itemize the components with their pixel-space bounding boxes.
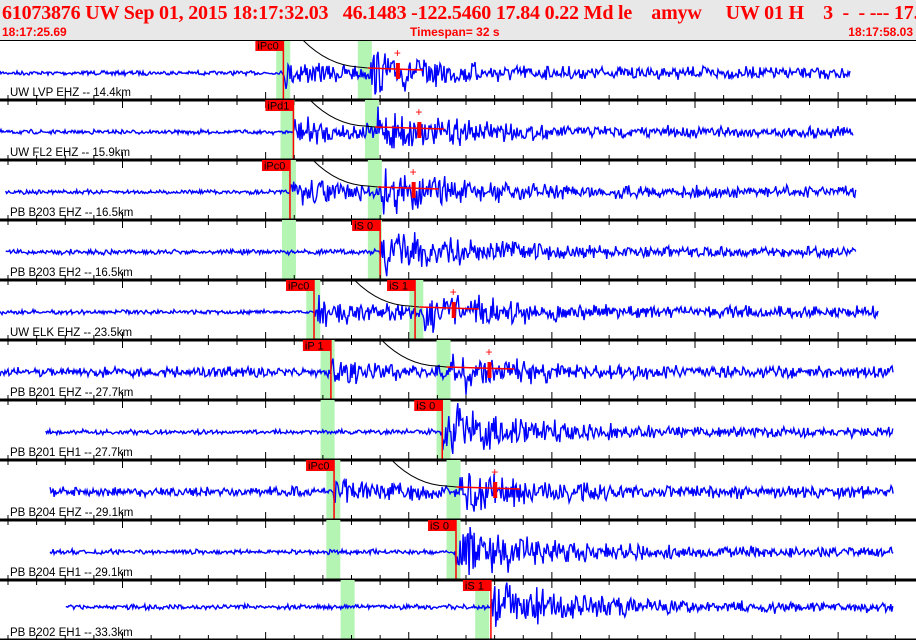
trace-row: + iPc0 PB B203 EHZ -- 16.5km [0, 160, 916, 228]
channel-label: UW ELK EHZ -- 23.5km [10, 327, 132, 339]
trace-row: + iPc0 UW LVP EHZ -- 14.4km [0, 40, 916, 108]
waveform-trace [50, 527, 893, 575]
phase-pick-label: iPc0 [264, 161, 285, 173]
phase-pick-label: iS 1 [389, 281, 408, 293]
channel-label: PB B201 EHZ -- 27.7km [10, 387, 133, 399]
amplitude-marker [493, 482, 497, 498]
channel-label: UW FL2 EHZ -- 15.9km [10, 147, 130, 159]
s-window [358, 40, 372, 100]
amplitude-marker [452, 302, 456, 318]
trace-row: iS 0 PB B204 EH1 -- 29.1km [0, 520, 916, 588]
amplitude-plus-icon: + [394, 46, 401, 60]
phase-pick-label: iS 0 [354, 221, 373, 233]
event-author: amyw [651, 2, 701, 24]
waveform-trace [6, 232, 856, 276]
origin-time: Sep 01, 2015 18:17:32.03 [124, 2, 329, 24]
seismogram-canvas[interactable]: + iPc0 UW LVP EHZ -- 14.4km + iPd1 UW FL2 EHZ… [0, 40, 916, 640]
phase-pick-label: iS 1 [465, 581, 484, 593]
phase-pick-label: iPc0 [308, 461, 329, 473]
phase-pick-label: iS 0 [416, 401, 435, 413]
timespan-label: Timespan= 32 s [410, 25, 500, 39]
trace-row: + iPd1 UW FL2 EHZ -- 15.9km [0, 100, 916, 168]
end-time: 18:17:58.03 [848, 25, 913, 39]
p-window [282, 220, 296, 280]
amplitude-marker [487, 362, 491, 378]
phase-pick-label: iPc0 [257, 41, 278, 53]
waveform-trace [46, 403, 893, 454]
amplitude-marker [412, 182, 416, 198]
phase-pick-label: iPc0 [288, 281, 309, 293]
amplitude-marker [417, 122, 421, 138]
trace-row: iS 0 PB B201 EH1 -- 27.7km [0, 400, 916, 468]
channel-label: PB B203 EHZ -- 16.5km [10, 207, 133, 219]
amplitude-marker [396, 63, 400, 79]
event-id: 61073876 [2, 2, 80, 24]
event-location: 46.1483 -122.5460 [343, 2, 491, 24]
event-summary-header: 61073876 UW Sep 01, 2015 18:17:32.03 46.… [2, 2, 916, 24]
trace-row: iS 0 PB B203 EH2 -- 16.5km [0, 220, 916, 288]
waveform-viewer: 61073876 UW Sep 01, 2015 18:17:32.03 46.… [0, 0, 916, 640]
event-source: UW 01 H [726, 2, 804, 24]
trace-row: iS 1 PB B202 EH1 -- 33.3km [0, 580, 916, 640]
trace-row: + iPc0 iS 1 UW ELK EHZ -- 23.5km [0, 280, 916, 348]
waveform-trace [0, 107, 853, 149]
start-time: 18:17:25.69 [2, 25, 67, 39]
channel-label: PB B204 EH1 -- 29.1km [10, 567, 133, 579]
amplitude-plus-icon: + [485, 345, 492, 359]
phase-pick-label: iPd1 [267, 101, 289, 113]
trace-row: + iP 1 PB B201 EHZ -- 27.7km [0, 340, 916, 408]
phase-pick-label: iS 0 [430, 521, 449, 533]
amplitude-plus-icon: + [450, 285, 457, 299]
channel-label: PB B203 EH2 -- 16.5km [10, 267, 133, 279]
trace-row: + iPc0 PB B204 EHZ -- 29.1km [0, 460, 916, 528]
channel-label: PB B204 EHZ -- 29.1km [10, 507, 133, 519]
event-tail: 17.84 0.00 [894, 2, 916, 24]
depth-magnitude: 17.84 0.22 Md le [496, 2, 632, 24]
amplitude-plus-icon: + [491, 465, 498, 479]
amplitude-plus-icon: + [410, 165, 417, 179]
phase-pick-label: iP 1 [305, 341, 324, 353]
seismogram-panel[interactable]: + iPc0 UW LVP EHZ -- 14.4km + iPd1 UW FL2 EHZ… [0, 40, 916, 640]
event-extra: 3 - - --- [823, 2, 889, 24]
channel-label: UW LVP EHZ -- 14.4km [10, 87, 131, 99]
amplitude-plus-icon: + [415, 105, 422, 119]
waveform-trace [50, 473, 893, 511]
channel-label: PB B202 EH1 -- 33.3km [10, 627, 133, 639]
event-network: UW [85, 2, 119, 24]
p-window [341, 580, 355, 640]
channel-label: PB B201 EH1 -- 27.7km [10, 447, 133, 459]
